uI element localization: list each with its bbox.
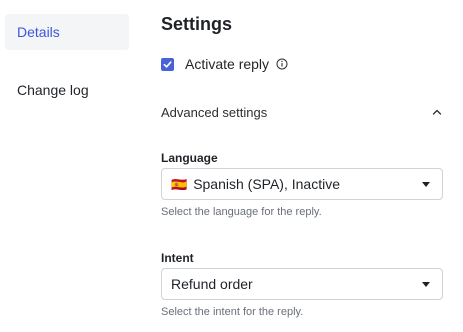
language-help-text: Select the language for the reply.	[161, 206, 322, 218]
language-select[interactable]: 🇪🇸 Spanish (SPA), Inactive	[161, 168, 443, 200]
info-icon[interactable]	[276, 58, 288, 70]
sidebar-item-details[interactable]: Details	[5, 14, 129, 50]
advanced-settings-label: Advanced settings	[161, 104, 268, 120]
page-title: Settings	[161, 14, 233, 34]
checkmark-icon	[163, 60, 172, 68]
app-root: Details Change log Settings Activate rep…	[0, 0, 463, 332]
activate-reply-checkbox[interactable]	[161, 57, 174, 71]
sidebar-item-label: Details	[17, 24, 60, 40]
intent-select-value: Refund order	[171, 276, 422, 292]
sidebar-item-change-log[interactable]: Change log	[5, 72, 129, 108]
intent-help-text: Select the intent for the reply.	[161, 306, 304, 318]
advanced-settings-toggle[interactable]: Advanced settings	[161, 102, 443, 122]
activate-reply-row: Activate reply	[161, 54, 288, 74]
language-label: Language	[161, 151, 218, 165]
language-value-text: Spanish (SPA), Inactive	[193, 176, 340, 192]
chevron-up-icon[interactable]	[431, 106, 443, 118]
caret-down-icon	[422, 281, 430, 287]
language-select-value: 🇪🇸 Spanish (SPA), Inactive	[171, 176, 422, 192]
intent-select[interactable]: Refund order	[161, 268, 443, 300]
intent-value-text: Refund order	[171, 276, 253, 292]
activate-reply-label[interactable]: Activate reply	[185, 56, 269, 72]
spain-flag-icon: 🇪🇸	[171, 176, 188, 192]
intent-label: Intent	[161, 251, 194, 265]
sidebar-item-label: Change log	[17, 82, 89, 98]
caret-down-icon	[422, 181, 430, 187]
